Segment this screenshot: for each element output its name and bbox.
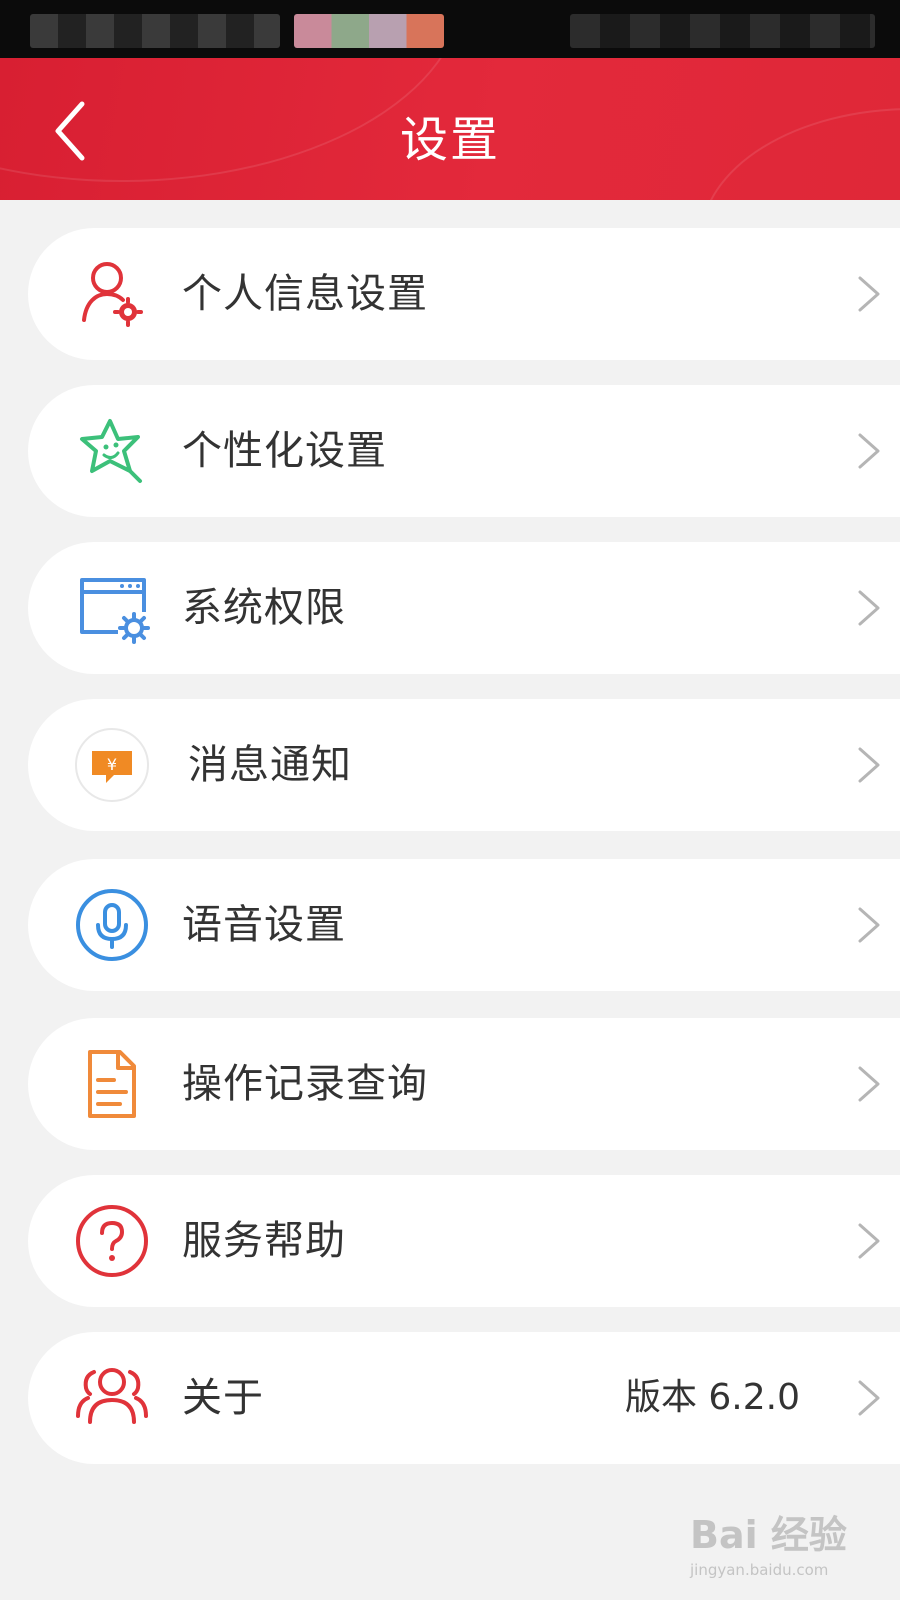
menu-item-operation-records[interactable]: 操作记录查询 <box>28 1018 900 1150</box>
menu-label: 个人信息设置 <box>182 271 428 317</box>
chevron-right-icon <box>858 433 880 469</box>
status-bar-right-blur <box>570 14 875 48</box>
menu-label: 消息通知 <box>188 742 352 788</box>
chevron-right-icon <box>858 276 880 312</box>
chevron-right-icon <box>858 1223 880 1259</box>
header-bar: 设置 <box>0 58 900 200</box>
users-icon <box>76 1368 148 1424</box>
chevron-right-icon <box>858 907 880 943</box>
menu-label: 系统权限 <box>182 585 346 631</box>
watermark-url: jingyan.baidu.com <box>690 1561 829 1579</box>
window-settings-icon <box>80 578 150 644</box>
watermark-logo: Bai 经验 <box>690 1513 847 1557</box>
chevron-right-icon <box>858 747 880 783</box>
watermark: Bai 经验 jingyan.baidu.com <box>690 1504 870 1584</box>
menu-item-personalization[interactable]: 个性化设置 <box>28 385 900 517</box>
status-bar <box>0 0 900 58</box>
document-icon <box>88 1050 136 1118</box>
svg-text:¥: ¥ <box>107 755 117 774</box>
menu-item-voice-settings[interactable]: 语音设置 <box>28 859 900 991</box>
user-settings-icon <box>82 262 143 327</box>
menu-label: 语音设置 <box>182 902 346 948</box>
page-title: 设置 <box>399 112 500 168</box>
version-text: 版本 6.2.0 <box>624 1377 800 1418</box>
message-notification-icon: ¥ <box>75 728 149 802</box>
menu-item-about[interactable]: 关于 版本 6.2.0 <box>28 1332 900 1464</box>
microphone-icon <box>76 889 148 961</box>
chevron-right-icon <box>858 1066 880 1102</box>
menu-label: 关于 <box>182 1375 264 1421</box>
menu-item-personal-info[interactable]: 个人信息设置 <box>28 228 900 360</box>
menu-item-service-help[interactable]: 服务帮助 <box>28 1175 900 1307</box>
help-icon <box>76 1205 148 1277</box>
status-bar-center-blur <box>294 14 444 48</box>
chevron-right-icon <box>858 1380 880 1416</box>
menu-label: 个性化设置 <box>182 428 387 474</box>
menu-item-system-permissions[interactable]: 系统权限 <box>28 542 900 674</box>
menu-label: 服务帮助 <box>182 1218 346 1264</box>
menu-label: 操作记录查询 <box>182 1061 428 1107</box>
status-bar-left-blur <box>30 14 280 48</box>
menu-item-notifications[interactable]: ¥ 消息通知 <box>28 699 900 831</box>
star-personalize-icon <box>80 419 142 483</box>
chevron-right-icon <box>858 590 880 626</box>
